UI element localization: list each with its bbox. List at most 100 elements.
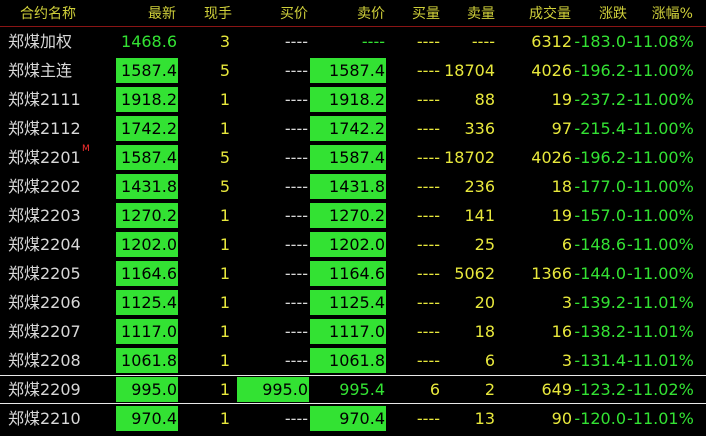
cell-ask-vol: 25	[474, 235, 495, 254]
table-row[interactable]: 郑煤2207 1117.0 1 ---- 1117.0 ---- 18 16 -138.2 -11…	[0, 317, 706, 346]
cell-cur-vol: 1	[219, 206, 230, 225]
cell-change: -196.2	[574, 148, 626, 167]
cell-bid: 995.0	[237, 377, 309, 402]
cell-bid: ----	[284, 61, 308, 80]
cell-volume: 19	[551, 90, 572, 109]
cell-volume: 97	[551, 119, 572, 138]
cell-bid: ----	[284, 293, 308, 312]
cell-change-pct: -11.00%	[627, 119, 694, 138]
cell-change-pct: -11.01%	[627, 409, 694, 428]
cell-last: 1431.8	[116, 174, 178, 199]
table-row[interactable]: 郑煤2209 995.0 1 995.0 995.4 6 2 649 -123.2 -11.02%	[0, 375, 706, 404]
cell-change: -177.0	[574, 177, 626, 196]
quote-table: 合约名称 最新 现手 买价 卖价 买量 卖量 成交量 涨跌 涨幅% 郑煤加权 14…	[0, 0, 706, 433]
cell-cur-vol: 1	[219, 409, 230, 428]
cell-bid-vol: ----	[416, 148, 440, 167]
cell-ask: 995.4	[339, 380, 385, 399]
cell-cur-vol: 1	[219, 90, 230, 109]
table-row[interactable]: 郑煤2111 1918.2 1 ---- 1918.2 ---- 88 19 -237.2 -11…	[0, 85, 706, 114]
contract-name: 郑煤2204	[8, 235, 81, 254]
cell-change-pct: -11.00%	[627, 206, 694, 225]
cell-cur-vol: 1	[219, 119, 230, 138]
cell-change: -148.6	[574, 235, 626, 254]
col-header-last[interactable]: 最新	[148, 3, 176, 23]
contract-name: 郑煤2205	[8, 264, 81, 283]
cell-cur-vol: 1	[219, 235, 230, 254]
cell-ask-vol: 336	[464, 119, 495, 138]
cell-last: 1125.4	[116, 290, 178, 315]
table-row[interactable]: 郑煤2208 1061.8 1 ---- 1061.8 ---- 6 3 -131.4 -11.0…	[0, 346, 706, 375]
col-header-bid[interactable]: 买价	[280, 3, 308, 23]
cell-volume: 1366	[531, 264, 572, 283]
cell-ask: 1587.4	[310, 145, 386, 170]
table-row[interactable]: 郑煤主连 1587.4 5 ---- 1587.4 ---- 18704 4026 -196.2…	[0, 56, 706, 85]
col-header-volume[interactable]: 成交量	[529, 3, 571, 23]
cell-ask-vol: 141	[464, 206, 495, 225]
col-header-change[interactable]: 涨跌	[599, 3, 627, 23]
cell-volume: 90	[551, 409, 572, 428]
cell-change-pct: -11.00%	[627, 61, 694, 80]
col-header-cur-vol[interactable]: 现手	[204, 3, 232, 23]
table-row[interactable]: 郑煤2206 1125.4 1 ---- 1125.4 ---- 20 3 -139.2 -11.…	[0, 288, 706, 317]
cell-bid-vol: ----	[416, 119, 440, 138]
cell-change: -144.0	[574, 264, 626, 283]
cell-last: 1270.2	[116, 203, 178, 228]
cell-ask-vol: 20	[474, 293, 495, 312]
table-row[interactable]: 郑煤2203 1270.2 1 ---- 1270.2 ---- 141 19 -157.0 -1…	[0, 201, 706, 230]
col-header-ask[interactable]: 卖价	[357, 3, 385, 23]
cell-volume: 6	[561, 235, 572, 254]
cell-last: 1202.0	[116, 232, 178, 257]
cell-last: 1164.6	[116, 261, 178, 286]
table-header: 合约名称 最新 现手 买价 卖价 买量 卖量 成交量 涨跌 涨幅%	[0, 0, 706, 27]
cell-bid: ----	[284, 206, 308, 225]
cell-bid-vol: ----	[416, 351, 440, 370]
cell-last: 1117.0	[116, 319, 178, 344]
cell-bid-vol: ----	[416, 61, 440, 80]
cell-cur-vol: 5	[219, 177, 230, 196]
cell-ask: 1587.4	[310, 58, 386, 83]
cell-bid-vol: ----	[416, 409, 440, 428]
table-row[interactable]: 郑煤2201 M 1587.4 5 ---- 1587.4 ---- 18702 4026 -19…	[0, 143, 706, 172]
contract-name: 郑煤2210	[8, 409, 81, 428]
cell-ask-vol: 6	[484, 351, 495, 370]
contract-name: 郑煤2111	[8, 90, 81, 109]
cell-change-pct: -11.02%	[627, 380, 694, 399]
cell-change: -215.4	[574, 119, 626, 138]
cell-change: -138.2	[574, 322, 626, 341]
table-row[interactable]: 郑煤2112 1742.2 1 ---- 1742.2 ---- 336 97 -215.4 -1…	[0, 114, 706, 143]
cell-volume: 4026	[531, 61, 572, 80]
cell-ask: 1431.8	[310, 174, 386, 199]
col-header-ask-vol[interactable]: 卖量	[467, 3, 495, 23]
table-row[interactable]: 郑煤2210 970.4 1 ---- 970.4 ---- 13 90 -120.0 -11.0…	[0, 404, 706, 433]
cell-last: 1587.4	[116, 58, 178, 83]
cell-bid-vol: ----	[416, 293, 440, 312]
cell-change: -157.0	[574, 206, 626, 225]
cell-change-pct: -11.00%	[627, 235, 694, 254]
cell-bid-vol: ----	[416, 206, 440, 225]
cell-change: -120.0	[574, 409, 626, 428]
contract-name: 郑煤2202	[8, 177, 81, 196]
cell-ask: 1061.8	[310, 348, 386, 373]
cell-change: -139.2	[574, 293, 626, 312]
cell-ask: 1742.2	[310, 116, 386, 141]
contract-name: 郑煤2206	[8, 293, 81, 312]
cell-cur-vol: 3	[219, 32, 230, 51]
cell-ask-vol: 18702	[444, 148, 495, 167]
cell-ask-vol: 2	[484, 380, 495, 399]
table-row[interactable]: 郑煤加权 1468.6 3 ---- ---- ---- ---- 6312 -183.0 -11…	[0, 27, 706, 56]
table-row[interactable]: 郑煤2202 1431.8 5 ---- 1431.8 ---- 236 18 -177.0 -1…	[0, 172, 706, 201]
cell-change-pct: -11.01%	[627, 322, 694, 341]
contract-name: 郑煤加权	[8, 32, 73, 51]
cell-ask-vol: 88	[474, 90, 495, 109]
cell-bid-vol: ----	[416, 32, 440, 51]
col-header-change-pct[interactable]: 涨幅%	[652, 3, 693, 23]
cell-ask: 970.4	[310, 406, 386, 431]
cell-cur-vol: 1	[219, 322, 230, 341]
col-header-bid-vol[interactable]: 买量	[412, 3, 440, 23]
cell-ask-vol: 18	[474, 322, 495, 341]
col-header-name[interactable]: 合约名称	[20, 3, 76, 23]
table-row[interactable]: 郑煤2205 1164.6 1 ---- 1164.6 ---- 5062 1366 -144.…	[0, 259, 706, 288]
cell-last: 1468.6	[121, 32, 177, 51]
cell-bid-vol: ----	[416, 322, 440, 341]
table-row[interactable]: 郑煤2204 1202.0 1 ---- 1202.0 ---- 25 6 -148.6 -11.…	[0, 230, 706, 259]
